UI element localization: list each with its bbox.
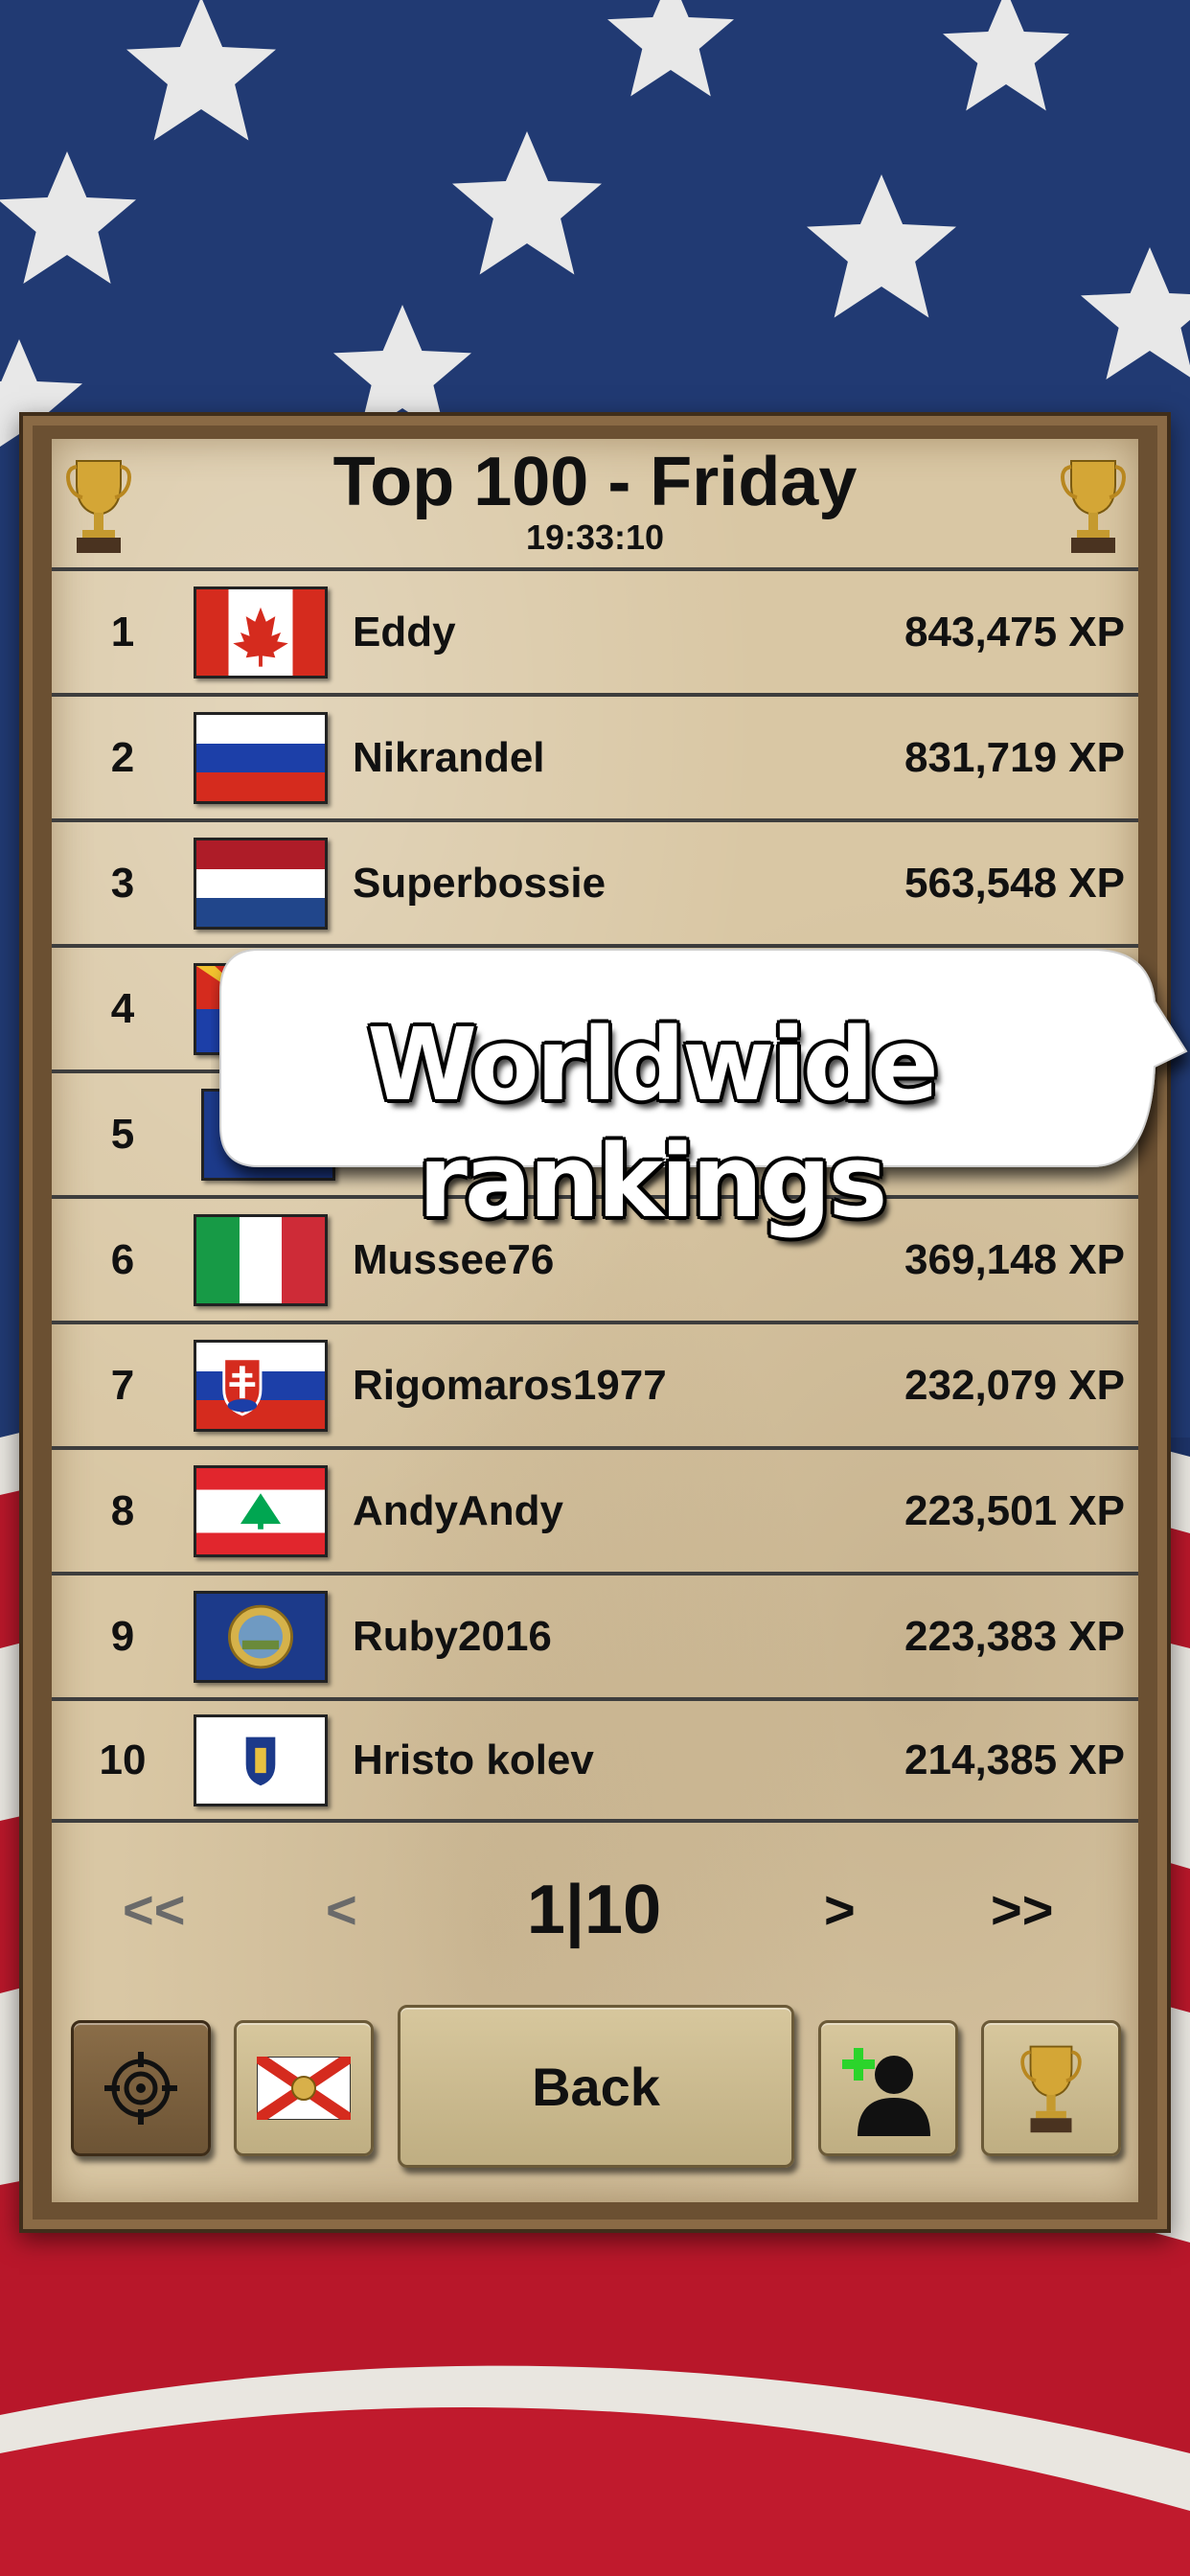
nebraska-flag-icon xyxy=(194,1590,328,1683)
rank-number: 2 xyxy=(110,733,135,781)
player-xp: 223,501 XP xyxy=(904,1486,1125,1534)
rank-number: 3 xyxy=(110,859,135,907)
player-name: Hristo kolev xyxy=(353,1736,594,1783)
rank-number: 10 xyxy=(99,1736,147,1783)
rank-number: 8 xyxy=(110,1486,135,1534)
player-name: Mussee76 xyxy=(353,1235,555,1283)
ranking-row[interactable]: 1 Eddy 843,475 XP xyxy=(52,567,1138,693)
rank-number: 5 xyxy=(110,1110,135,1158)
player-name: Nikrandel xyxy=(353,733,545,781)
netherlands-flag-icon xyxy=(194,837,328,930)
timer: 19:33:10 xyxy=(525,518,665,557)
player-name: Rigomaros1977 xyxy=(353,1361,667,1409)
player-name: Superbossie xyxy=(353,859,606,907)
player-xp: 843,475 XP xyxy=(904,608,1125,656)
rank-number: 6 xyxy=(110,1235,135,1283)
rank-number: 7 xyxy=(110,1361,135,1409)
player-xp: 369,148 XP xyxy=(904,1235,1125,1283)
player-xp: 831,719 XP xyxy=(904,733,1125,781)
rank-number: 9 xyxy=(110,1612,135,1660)
canada-flag-icon xyxy=(194,586,328,678)
player-name: Eddy xyxy=(353,608,456,656)
target-button[interactable] xyxy=(71,2020,211,2156)
first-page-button[interactable]: << xyxy=(123,1878,185,1941)
player-xp: 223,383 XP xyxy=(904,1612,1125,1660)
player-xp: 232,079 XP xyxy=(904,1361,1125,1409)
slovakia-flag-icon xyxy=(194,1339,328,1432)
region-flag-button[interactable] xyxy=(234,2020,374,2156)
ranking-row[interactable]: 2 Nikrandel 831,719 XP xyxy=(52,693,1138,818)
ranking-row[interactable]: 3 Superbossie 563,548 XP xyxy=(52,818,1138,944)
target-icon xyxy=(104,2052,177,2125)
back-button[interactable]: Back xyxy=(398,2005,794,2168)
next-page-button[interactable]: > xyxy=(824,1878,856,1941)
player-name: Ruby2016 xyxy=(353,1612,552,1660)
ranking-row[interactable]: 8 AndyAndy 223,501 XP xyxy=(52,1446,1138,1572)
ranking-row[interactable]: 10 Hristo kolev 214,385 XP xyxy=(52,1697,1138,1823)
rank-number: 4 xyxy=(110,984,135,1032)
player-name: AndyAndy xyxy=(353,1486,563,1534)
caption-text: Worldwide rankings xyxy=(367,1006,939,1240)
player-xp: 214,385 XP xyxy=(904,1736,1125,1783)
ranking-row[interactable]: 7 Rigomaros1977 232,079 XP xyxy=(52,1321,1138,1446)
ranking-row[interactable]: 9 Ruby2016 223,383 XP xyxy=(52,1572,1138,1697)
add-friend-button[interactable] xyxy=(818,2020,958,2156)
russia-flag-icon xyxy=(194,711,328,804)
player-xp: 563,548 XP xyxy=(904,859,1125,907)
trophy-icon xyxy=(1020,2045,1082,2133)
trophy-button[interactable] xyxy=(981,2020,1121,2156)
page-indicator: 1|10 xyxy=(526,1872,662,1948)
page-title: Top 100 - Friday xyxy=(332,444,858,520)
rank-number: 1 xyxy=(110,608,135,656)
prev-page-button[interactable]: < xyxy=(326,1878,357,1941)
lebanon-flag-icon xyxy=(194,1464,328,1557)
florida-flag-icon xyxy=(257,2057,351,2120)
add-friend-icon xyxy=(842,2048,930,2136)
last-page-button[interactable]: >> xyxy=(991,1878,1053,1941)
massachusetts-flag-icon xyxy=(194,1714,328,1806)
